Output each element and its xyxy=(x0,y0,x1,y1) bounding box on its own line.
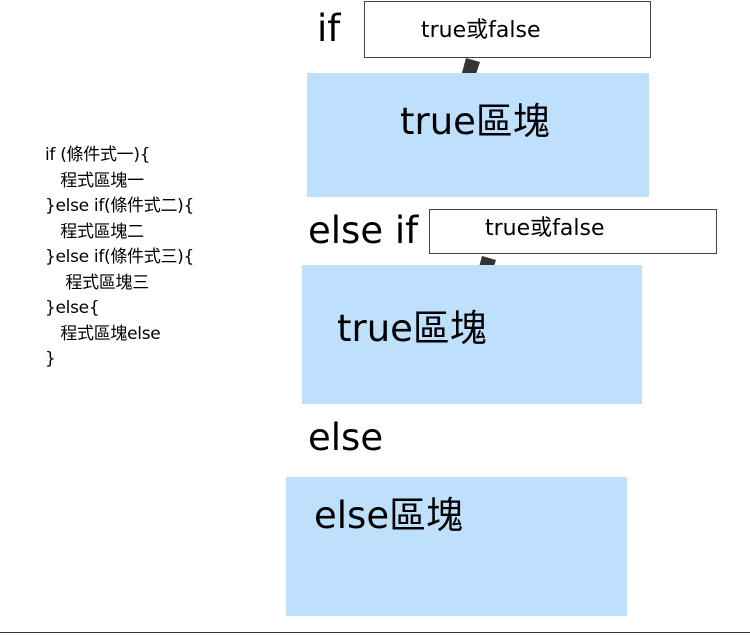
code-line: 程式區塊三 xyxy=(45,272,149,293)
code-line: }else if(條件式三){ xyxy=(45,247,195,267)
if-true-block-label: true區塊 xyxy=(400,100,550,143)
else-block: else區塊 xyxy=(286,477,627,616)
elseif-condition-text: true或false xyxy=(485,216,605,241)
if-condition-text: true或false xyxy=(421,18,541,43)
else-block-label: else區塊 xyxy=(314,494,464,537)
if-keyword: if xyxy=(317,7,341,50)
code-line: } xyxy=(45,349,56,369)
code-line: }else{ xyxy=(45,298,100,318)
code-line: 程式區塊一 xyxy=(45,170,144,191)
if-true-block: true區塊 xyxy=(307,73,649,197)
bottom-divider xyxy=(0,632,750,633)
elseif-true-block-label: true區塊 xyxy=(337,307,487,350)
elseif-true-block: true區塊 xyxy=(302,265,642,404)
code-line: if (條件式一){ xyxy=(45,145,151,165)
code-line: }else if(條件式二){ xyxy=(45,196,195,216)
if-condition-box: true或false xyxy=(364,1,651,58)
else-keyword: else xyxy=(308,416,384,459)
code-line: 程式區塊else xyxy=(45,323,161,344)
elseif-keyword: else if xyxy=(308,209,419,252)
code-snippet: if (條件式一){ 程式區塊一 }else if(條件式二){ 程式區塊二 }… xyxy=(45,143,265,373)
elseif-condition-box: true或false xyxy=(429,209,717,254)
code-line: 程式區塊二 xyxy=(45,221,144,242)
